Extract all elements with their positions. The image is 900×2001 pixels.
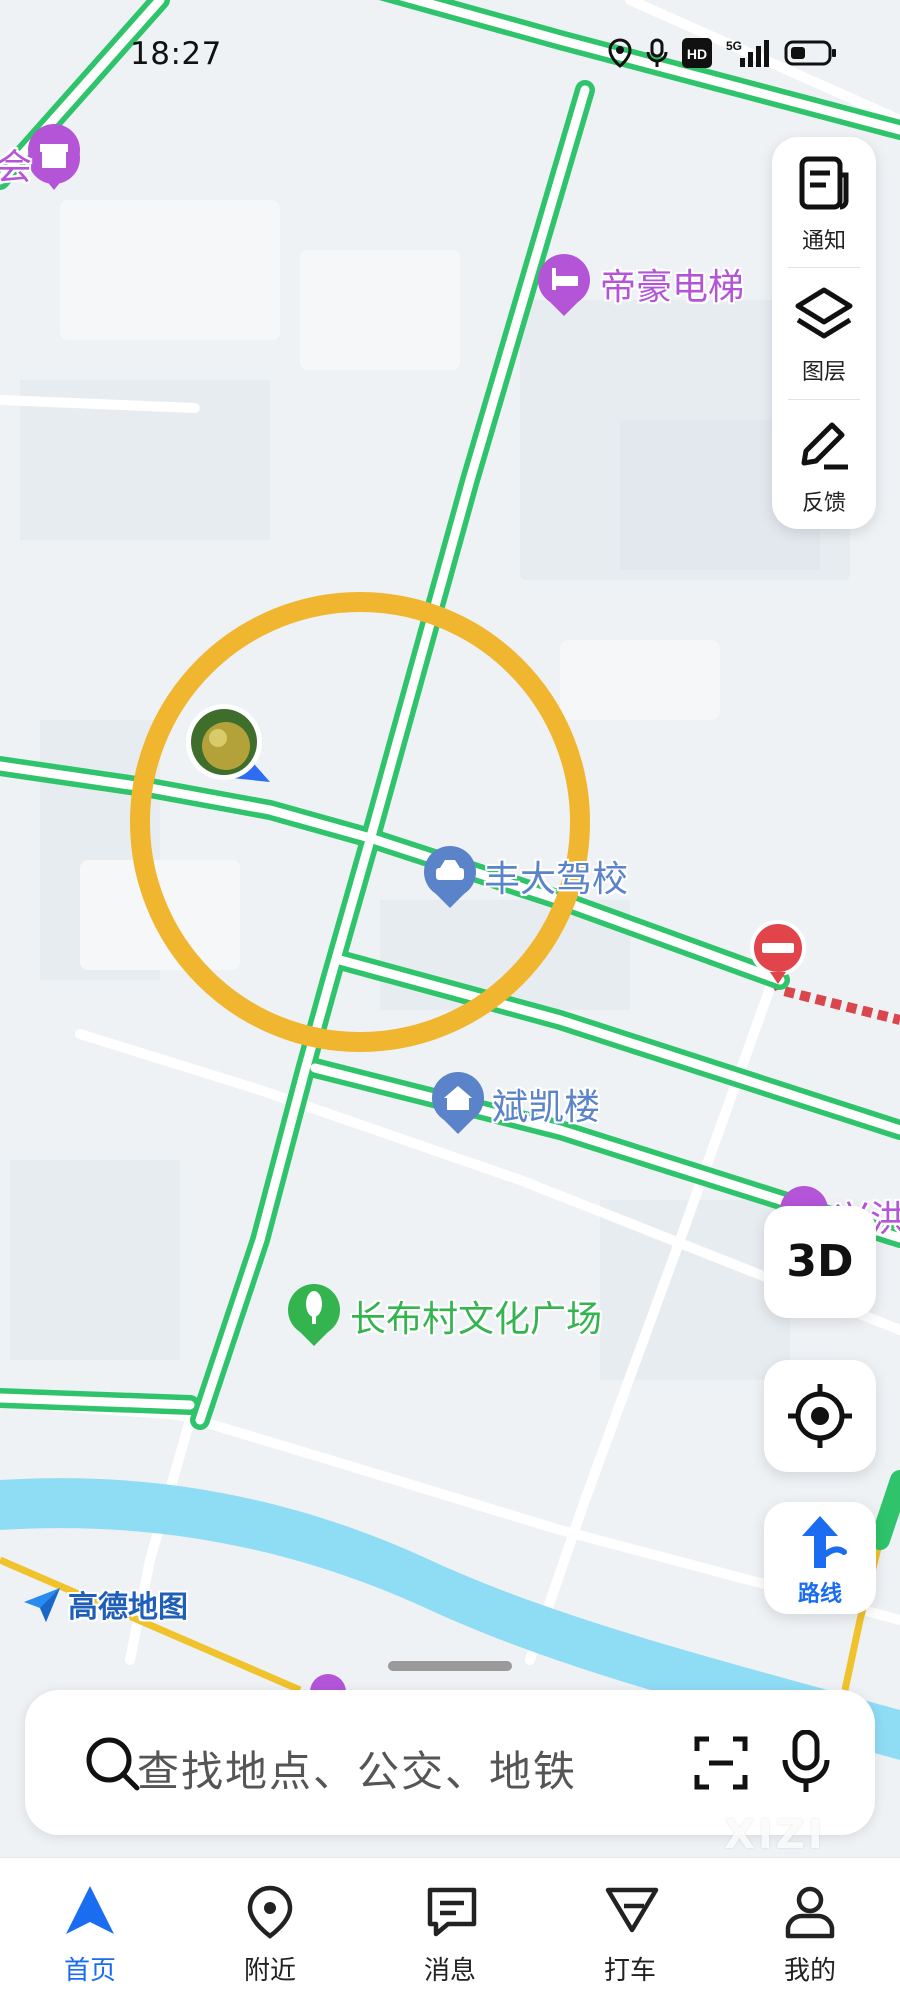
3d-label: 3D bbox=[786, 1236, 854, 1287]
locate-me-button[interactable] bbox=[764, 1360, 876, 1472]
microphone-icon bbox=[646, 38, 668, 67]
poi-label-hotel[interactable]: 帝豪电梯 bbox=[600, 258, 744, 310]
svg-text:HD: HD bbox=[687, 46, 707, 62]
layers-icon bbox=[795, 287, 853, 339]
layers-button[interactable]: 图层 bbox=[772, 268, 876, 396]
poi-label-building[interactable]: 斌凯楼 bbox=[492, 1078, 600, 1130]
3d-view-button[interactable]: 3D bbox=[764, 1206, 876, 1318]
nav-nearby[interactable]: 附近 bbox=[180, 1858, 360, 2001]
hd-icon: HD bbox=[682, 38, 712, 68]
message-icon bbox=[427, 1887, 477, 1937]
poi-label-park[interactable]: 长布村文化广场 bbox=[350, 1290, 602, 1342]
notice-label: 通知 bbox=[801, 229, 846, 254]
amap-logo: 高德地图 bbox=[22, 1582, 188, 1626]
feedback-pen-icon bbox=[801, 422, 848, 470]
battery-icon bbox=[784, 40, 836, 66]
nav-taxi-label: 打车 bbox=[603, 1956, 656, 1986]
route-button[interactable]: 路线 bbox=[764, 1502, 876, 1614]
bottom-nav: 首页 附近 消息 打车 我的 bbox=[0, 1857, 900, 2001]
watermark: XIZI bbox=[724, 1812, 826, 1858]
poi-label-partial-left[interactable]: 会 bbox=[0, 138, 32, 190]
search-icon bbox=[86, 1737, 140, 1791]
microphone-icon[interactable] bbox=[781, 1730, 831, 1794]
status-time: 18:27 bbox=[130, 36, 222, 72]
nearby-pin-icon bbox=[247, 1885, 293, 1939]
amap-logo-icon bbox=[24, 1588, 60, 1622]
location-icon bbox=[608, 38, 632, 68]
poi-label-driving-school[interactable]: 丰大驾校 bbox=[484, 850, 628, 902]
notice-button[interactable]: 通知 bbox=[772, 137, 876, 265]
nav-taxi[interactable]: 打车 bbox=[540, 1858, 720, 2001]
notice-icon bbox=[799, 156, 849, 210]
amap-logo-text: 高德地图 bbox=[68, 1590, 188, 1625]
5g-signal-icon: 5G bbox=[726, 39, 769, 67]
nav-profile-label: 我的 bbox=[783, 1956, 836, 1986]
layers-label: 图层 bbox=[801, 360, 846, 385]
route-arrow-icon bbox=[802, 1516, 847, 1568]
nav-home[interactable]: 首页 bbox=[0, 1858, 180, 2001]
scan-icon[interactable] bbox=[693, 1735, 749, 1791]
svg-text:5G: 5G bbox=[726, 39, 742, 53]
nav-messages[interactable]: 消息 bbox=[360, 1858, 540, 2001]
status-icons: HD 5G bbox=[608, 38, 838, 68]
crosshair-icon bbox=[788, 1384, 852, 1448]
taxi-icon bbox=[605, 1887, 659, 1933]
search-input[interactable]: 查找地点、公交、地铁 bbox=[137, 1738, 577, 1799]
route-label: 路线 bbox=[797, 1582, 842, 1607]
nav-profile[interactable]: 我的 bbox=[720, 1858, 900, 2001]
feedback-label: 反馈 bbox=[801, 491, 846, 516]
map-tools-panel: 通知 图层 反馈 bbox=[772, 137, 876, 529]
nav-messages-label: 消息 bbox=[423, 1956, 476, 1986]
profile-icon bbox=[785, 1886, 835, 1939]
feedback-button[interactable]: 反馈 bbox=[772, 399, 876, 527]
home-nav-icon bbox=[66, 1886, 114, 1934]
nav-nearby-label: 附近 bbox=[243, 1956, 296, 1986]
status-bar: 18:27 HD 5G bbox=[0, 0, 900, 110]
nav-home-label: 首页 bbox=[63, 1956, 116, 1986]
drag-handle[interactable] bbox=[388, 1661, 512, 1671]
